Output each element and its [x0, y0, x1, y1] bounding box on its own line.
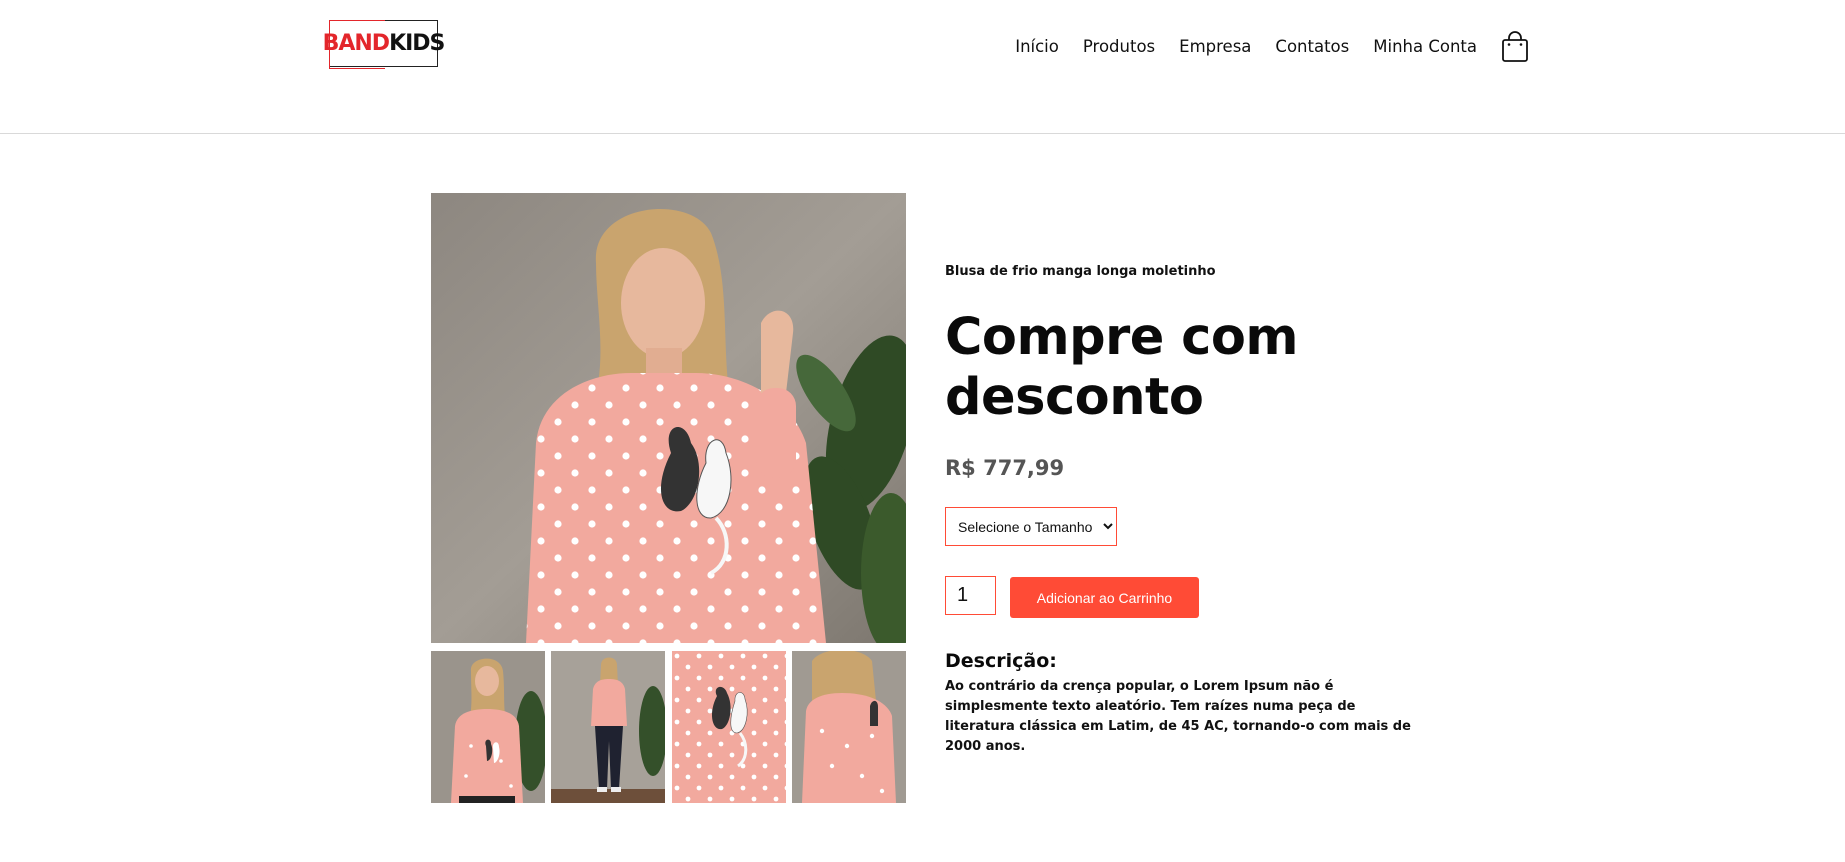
nav-minha-conta[interactable]: Minha Conta: [1373, 26, 1477, 68]
add-to-cart-button[interactable]: Adicionar ao Carrinho: [1010, 577, 1199, 618]
logo-text: BANDKIDS: [322, 31, 446, 56]
product-title: Compre com desconto: [945, 308, 1299, 427]
brand-logo[interactable]: BANDKIDS: [323, 20, 445, 69]
thumbnail-2[interactable]: [551, 651, 666, 803]
shopping-bag-icon[interactable]: [1501, 31, 1529, 63]
size-select[interactable]: Selecione o Tamanho: [945, 507, 1117, 546]
thumbnail-1[interactable]: [431, 651, 545, 803]
description-text: Ao contrário da crença popular, o Lorem …: [945, 679, 1411, 754]
description-title: Descrição:: [945, 650, 1057, 672]
nav-inicio[interactable]: Início: [1015, 26, 1059, 68]
main-nav: Início Produtos Empresa Contatos Minha C…: [1015, 26, 1529, 68]
nav-empresa[interactable]: Empresa: [1179, 26, 1251, 68]
product-main-image: [431, 193, 906, 643]
product-subtitle: Blusa de frio manga longa moletinho: [945, 264, 1216, 279]
nav-produtos[interactable]: Produtos: [1083, 26, 1155, 68]
nav-contatos[interactable]: Contatos: [1275, 26, 1349, 68]
thumbnail-4[interactable]: [791, 651, 906, 803]
product-price: R$ 777,99: [945, 456, 1065, 480]
thumbnail-strip: [431, 651, 906, 803]
thumbnail-3[interactable]: [671, 651, 786, 803]
site-header: BANDKIDS Início Produtos Empresa Contato…: [0, 0, 1845, 134]
quantity-input[interactable]: [945, 576, 996, 615]
